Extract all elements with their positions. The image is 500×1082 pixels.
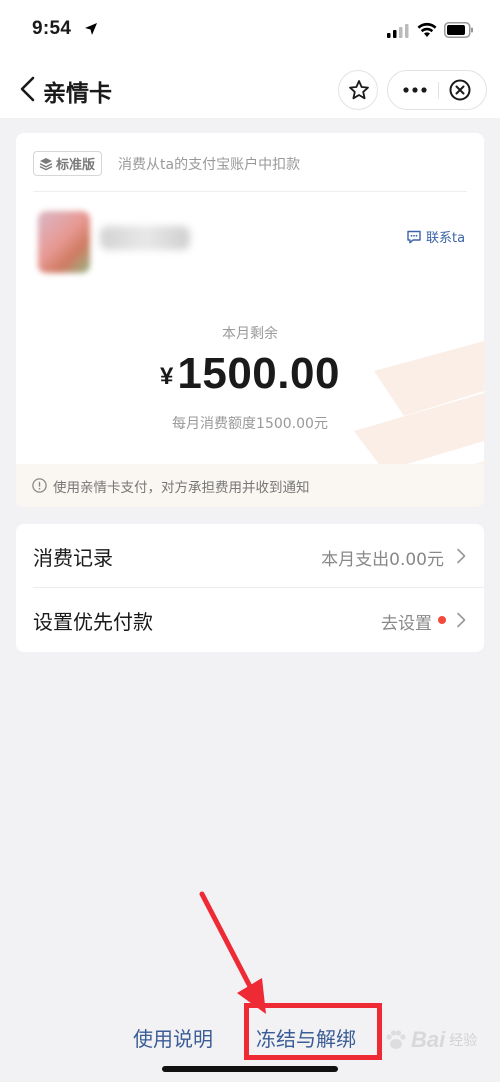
mini-program-capsule: [387, 70, 487, 110]
list-item-spending-records[interactable]: 消费记录 本月支出0.00元: [16, 524, 484, 588]
version-badge: 标准版: [33, 151, 103, 176]
monthly-quota: 每月消费额度1500.00元: [172, 416, 328, 432]
favorite-button[interactable]: [338, 70, 378, 110]
settings-list: 消费记录 本月支出0.00元 设置优先付款 去设置: [16, 524, 484, 652]
blurred-name: [100, 226, 190, 250]
amount-value: 1500.00: [177, 349, 340, 398]
contact-link[interactable]: 联系ta: [406, 227, 465, 246]
paw-icon: [386, 1030, 406, 1049]
layers-icon: [39, 157, 53, 170]
contact-label: 联系ta: [426, 231, 466, 246]
currency-symbol: ¥: [160, 363, 174, 390]
row-value: 本月支出0.00元: [321, 550, 444, 570]
remaining-amount: ¥1500.00: [16, 349, 484, 399]
star-icon: [349, 80, 369, 100]
wifi-icon: [417, 22, 437, 37]
watermark-text: Bai: [411, 1027, 446, 1052]
list-item-priority-payment[interactable]: 设置优先付款 去设置: [16, 588, 484, 652]
status-bar: 9:54: [0, 0, 500, 62]
badge-label: 标准版: [56, 158, 96, 173]
chevron-right-icon: [457, 548, 466, 564]
back-arrow-icon[interactable]: [18, 76, 38, 102]
status-time: 9:54: [32, 18, 72, 39]
location-arrow-icon: [85, 23, 97, 35]
page-title: 亲情卡: [43, 81, 112, 107]
avatar: [38, 211, 90, 273]
watermark: Bai 经验: [383, 1027, 477, 1053]
watermark-sub: 经验: [449, 1033, 478, 1049]
card-divider: [33, 191, 467, 192]
remaining-label: 本月剩余: [222, 326, 278, 342]
family-card: 标准版 消费从ta的支付宝账户中扣款 联系ta 本月剩余 ¥1500.00 每月…: [16, 133, 484, 507]
annotation-arrow-icon: [199, 891, 266, 1014]
card-subtitle: 消费从ta的支付宝账户中扣款: [118, 157, 301, 173]
annotation-highlight-box: [244, 1003, 382, 1060]
close-circle-icon[interactable]: [449, 79, 471, 101]
usage-guide-link[interactable]: 使用说明: [133, 1023, 213, 1052]
info-icon: [32, 478, 47, 493]
home-indicator: [162, 1066, 338, 1072]
row-value: 去设置: [381, 614, 432, 634]
notice-text: 使用亲情卡支付，对方承担费用并收到通知: [53, 479, 310, 496]
notification-dot: [438, 616, 446, 624]
signal-icon: [387, 24, 409, 38]
more-icon[interactable]: [402, 84, 428, 96]
row-label: 消费记录: [33, 546, 113, 570]
navigation-bar: 亲情卡: [0, 62, 500, 118]
notice-bar: 使用亲情卡支付，对方承担费用并收到通知: [16, 464, 484, 507]
chat-icon: [407, 230, 421, 243]
capsule-divider: [438, 82, 439, 99]
chevron-right-icon: [457, 612, 466, 628]
battery-icon: [444, 22, 473, 38]
row-label: 设置优先付款: [33, 610, 153, 634]
